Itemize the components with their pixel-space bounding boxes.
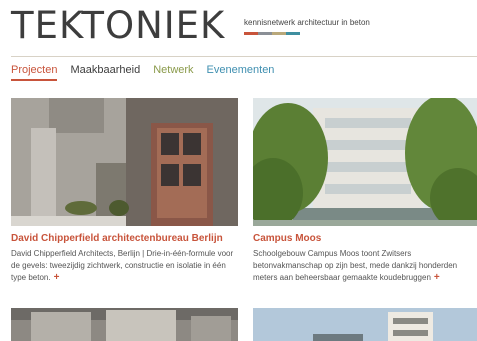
project-image[interactable] — [253, 98, 477, 226]
project-card: Campus Moos Schoolgebouw Campus Moos too… — [253, 98, 477, 284]
logo-color-stripes — [244, 32, 300, 35]
project-image[interactable] — [253, 308, 477, 341]
nav-item-maakbaarheid[interactable]: Maakbaarheid — [70, 64, 140, 81]
stripe-grey — [258, 32, 272, 35]
read-more-button[interactable]: + — [434, 272, 440, 283]
project-description: Schoolgebouw Campus Moos toont Zwitsers … — [253, 248, 477, 284]
site-logo[interactable]: TEKTONIEK — [11, 4, 225, 47]
project-title[interactable]: David Chipperfield architectenbureau Ber… — [11, 233, 238, 244]
project-card — [11, 308, 238, 341]
project-title[interactable]: Campus Moos — [253, 233, 477, 244]
read-more-button[interactable]: + — [54, 272, 60, 283]
project-description: David Chipperfield Architects, Berlijn |… — [11, 248, 238, 284]
header-divider — [11, 56, 477, 57]
site-tagline: kennisnetwerk architectuur in beton — [244, 18, 370, 27]
project-description-text: David Chipperfield Architects, Berlijn |… — [11, 249, 234, 282]
project-image[interactable] — [11, 98, 238, 226]
stripe-red — [244, 32, 258, 35]
stripe-sand — [272, 32, 286, 35]
main-nav: Projecten Maakbaarheid Netwerk Evenement… — [11, 64, 274, 81]
project-card — [253, 308, 477, 341]
nav-item-netwerk[interactable]: Netwerk — [153, 64, 193, 81]
stripe-teal — [286, 32, 300, 35]
nav-item-evenementen[interactable]: Evenementen — [207, 64, 275, 81]
project-card: David Chipperfield architectenbureau Ber… — [11, 98, 238, 284]
nav-item-projecten[interactable]: Projecten — [11, 64, 58, 81]
project-image[interactable] — [11, 308, 238, 341]
project-description-text: Schoolgebouw Campus Moos toont Zwitsers … — [253, 249, 458, 282]
